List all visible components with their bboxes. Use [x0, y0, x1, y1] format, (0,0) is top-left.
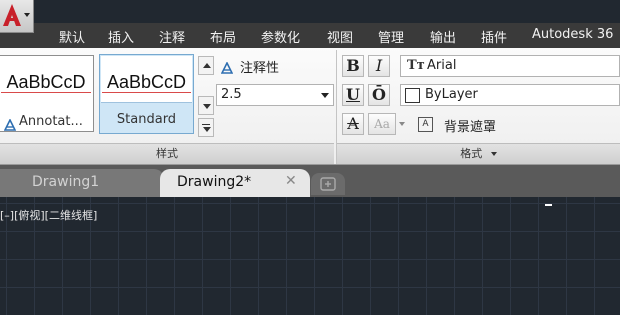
gallery-scroll-down-button[interactable]: [198, 96, 214, 115]
background-mask-button[interactable]: A 背景遮罩: [416, 114, 536, 136]
tab-label: Drawing1: [32, 174, 100, 190]
tab-view[interactable]: 视图: [327, 27, 353, 46]
chevron-up-icon: [203, 63, 211, 68]
ribbon-tab-bar: 默认 插入 注释 布局 参数化 视图 管理 输出 插件 Autodesk 36: [0, 23, 620, 48]
strikethrough-button[interactable]: A: [342, 113, 364, 135]
tab-drawing1[interactable]: Drawing1: [0, 169, 164, 197]
tab-parametric[interactable]: 参数化: [261, 27, 300, 46]
add-icon: [320, 177, 336, 191]
drawing-canvas[interactable]: [–][俯视][二维线框]: [0, 197, 620, 315]
autocad-window: 默认 插入 注释 布局 参数化 视图 管理 输出 插件 Autodesk 36 …: [0, 0, 620, 315]
overline-button[interactable]: Ō: [368, 84, 390, 106]
text-height-value: 2.5: [221, 87, 242, 102]
tab-drawing2[interactable]: Drawing2* ✕: [160, 169, 310, 197]
chevron-down-icon: [399, 122, 405, 126]
application-menu-button[interactable]: [0, 0, 34, 33]
close-icon[interactable]: ✕: [285, 173, 297, 189]
chevron-down-icon: [24, 13, 30, 17]
styles-panel-footer[interactable]: 样式: [0, 143, 334, 164]
underline-button[interactable]: U: [342, 84, 364, 106]
viewport-controls[interactable]: [–][俯视][二维线框]: [0, 207, 97, 223]
color-name: ByLayer: [425, 87, 478, 102]
tab-layout[interactable]: 布局: [210, 27, 236, 46]
italic-button[interactable]: I: [368, 55, 390, 77]
baseline-line: [1, 92, 91, 93]
style-name: Annotat...: [19, 114, 83, 129]
file-tab-bar: Drawing1 Drawing2* ✕: [0, 165, 620, 197]
annotative-icon: [220, 59, 234, 74]
chevron-down-icon: [490, 152, 497, 156]
background-mask-icon: A: [418, 117, 433, 132]
tab-insert[interactable]: 插入: [108, 27, 134, 46]
tab-output[interactable]: 输出: [430, 27, 456, 46]
crosshair-cursor: [545, 204, 552, 206]
baseline-line: [102, 92, 191, 93]
text-height-dropdown[interactable]: 2.5: [216, 84, 334, 106]
chevron-down-icon: [321, 93, 329, 98]
bold-button[interactable]: B: [342, 55, 364, 77]
new-drawing-tab-button[interactable]: [311, 173, 345, 195]
styles-panel-title: 样式: [156, 147, 178, 160]
font-name: Arial: [427, 58, 457, 73]
format-panel-footer[interactable]: 格式: [337, 143, 620, 164]
truetype-icon: Tт: [407, 58, 425, 73]
tab-default[interactable]: 默认: [59, 27, 85, 46]
style-name: Standard: [116, 112, 177, 127]
style-sample: AaBbCcD: [6, 72, 86, 92]
annotative-label[interactable]: 注释性: [240, 57, 279, 76]
gallery-expand-button[interactable]: [198, 118, 214, 137]
format-panel-title: 格式: [460, 147, 483, 160]
text-style-annotative[interactable]: AaBbCcD Annotat...: [0, 55, 94, 132]
gallery-scroll-up-button[interactable]: [198, 56, 214, 75]
change-case-button[interactable]: Aa: [368, 113, 396, 135]
font-dropdown[interactable]: Tт Arial: [400, 55, 620, 77]
background-mask-label: 背景遮罩: [444, 120, 497, 135]
autocad-logo-icon: [3, 4, 21, 26]
tab-label: Drawing2*: [177, 174, 252, 190]
text-style-standard[interactable]: AaBbCcD Standard: [99, 54, 194, 134]
style-sample: AaBbCcD: [106, 72, 187, 92]
tab-manage[interactable]: 管理: [378, 27, 404, 46]
text-color-dropdown[interactable]: ByLayer: [400, 84, 620, 106]
ribbon: AaBbCcD Annotat... AaBbCcD Standard 注释性: [0, 48, 620, 165]
chevron-down-icon: [203, 127, 211, 132]
annotative-icon: [3, 116, 17, 131]
tab-autodesk-360[interactable]: Autodesk 36: [532, 27, 613, 42]
expand-line: [202, 124, 210, 125]
chevron-down-icon: [203, 104, 211, 109]
color-swatch: [405, 88, 420, 103]
tab-plugins[interactable]: 插件: [481, 27, 507, 46]
tab-annotate[interactable]: 注释: [159, 27, 185, 46]
